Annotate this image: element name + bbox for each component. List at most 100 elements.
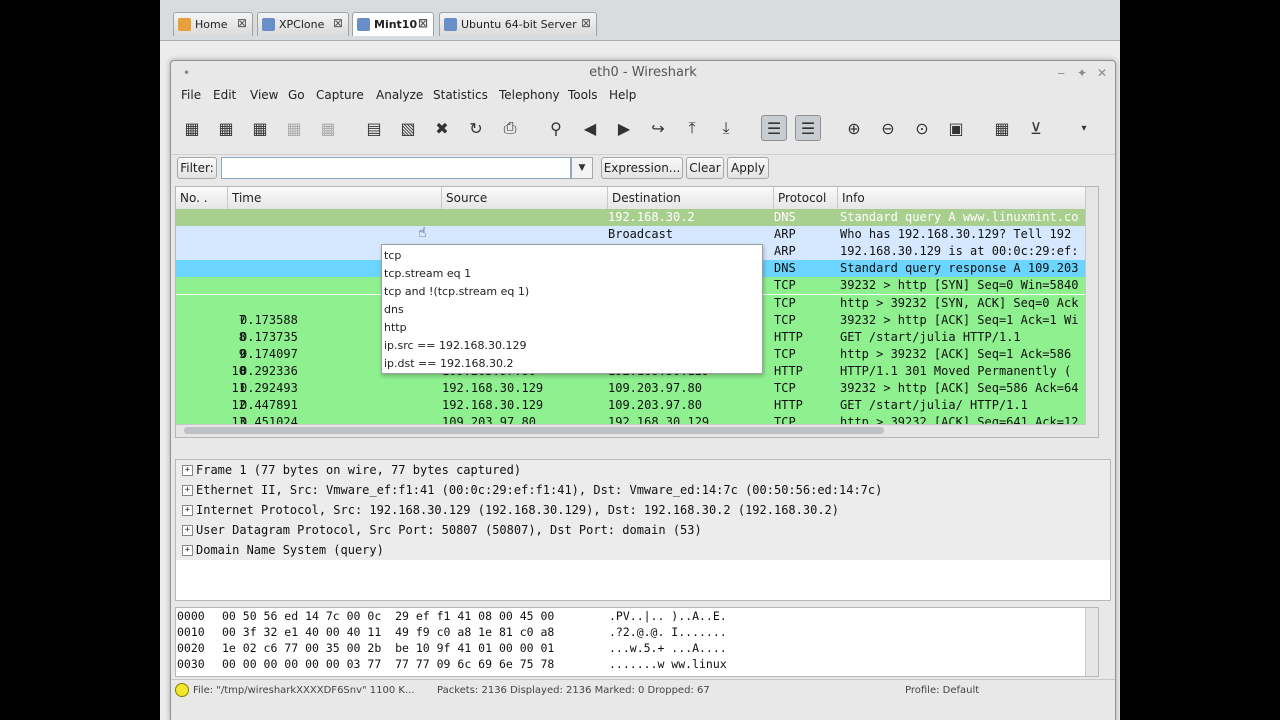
apply-button[interactable]: Apply	[727, 157, 769, 179]
start-capture-icon[interactable]: ▦	[247, 115, 273, 141]
filter-suggestions-dropdown: tcp tcp.stream eq 1 tcp and !(tcp.stream e…	[381, 244, 763, 374]
filter-suggestion[interactable]: tcp.stream eq 1	[384, 265, 471, 283]
menu-edit[interactable]: Edit	[213, 88, 236, 102]
interfaces-icon[interactable]: ▦	[179, 115, 205, 141]
packet-list-vscrollbar[interactable]	[1085, 187, 1098, 437]
packet-protocol: TCP	[774, 346, 796, 361]
main-toolbar: ▦ ▦ ▦ ▦ ▦ ▤ ▧ ✖ ↻ ⎙ ⚲ ◀ ▶ ↪ ⤒ ⤓ ☰ ☰ ⊕ ⊖ …	[171, 111, 1115, 147]
menu-help[interactable]: Help	[609, 88, 636, 102]
detail-row[interactable]: + Ethernet II, Src: Vmware_ef:f1:41 (00:0…	[176, 480, 1110, 501]
filter-suggestion[interactable]: tcp and !(tcp.stream eq 1)	[384, 283, 529, 301]
packet-info: GET /start/julia HTTP/1.1	[840, 329, 1021, 344]
vm-tab-0[interactable]: Home ⊠	[173, 12, 253, 36]
packet-destination: 192.168.30.2	[608, 210, 695, 224]
menu-file[interactable]: File	[181, 88, 201, 102]
filter-dropdown-button[interactable]: ▼	[571, 157, 593, 179]
close-tab-icon[interactable]: ⊠	[418, 16, 428, 30]
packet-bytes-vscrollbar[interactable]	[1085, 608, 1098, 676]
packet-row[interactable]: 192.168.30.2 DNS Standard query A www.linu…	[176, 209, 1098, 226]
filter-suggestion[interactable]: ip.dst == 192.168.30.2	[384, 355, 513, 373]
filter-bar: Filter: ▼ Expression... Clear Apply	[171, 154, 1115, 183]
normal-size-icon[interactable]: ⊙	[909, 115, 935, 141]
column-header-5[interactable]: Info	[838, 187, 1086, 209]
packet-row[interactable]: 11 0.292493 192.168.30.129 109.203.97.80 TCP…	[176, 380, 1098, 397]
expand-icon[interactable]: +	[182, 485, 193, 496]
column-header-0[interactable]: No. .	[176, 187, 228, 209]
toolbar-overflow-icon[interactable]: ▾	[1071, 115, 1097, 141]
hscroll-thumb[interactable]	[184, 427, 884, 434]
packet-info: http > 39232 [ACK] Seq=1 Ack=586	[840, 346, 1072, 361]
status-profile[interactable]: Profile: Default	[905, 685, 979, 696]
expand-icon[interactable]: +	[182, 465, 193, 476]
display-filters-icon[interactable]: ⊻	[1023, 115, 1049, 141]
packet-row[interactable]: 12 0.447891 192.168.30.129 109.203.97.80 HTT…	[176, 397, 1098, 415]
packet-protocol: ARP	[774, 227, 796, 242]
detail-row[interactable]: + User Datagram Protocol, Src Port: 50807…	[176, 520, 1110, 541]
open-file-icon[interactable]: ▤	[361, 115, 387, 141]
packet-protocol: TCP	[774, 278, 796, 293]
filter-suggestion[interactable]: tcp	[384, 247, 401, 265]
minimize-icon[interactable]: ‒	[1057, 61, 1065, 85]
menu-capture[interactable]: Capture	[316, 88, 364, 102]
detail-row[interactable]: + Domain Name System (query)	[176, 540, 1110, 561]
detail-row[interactable]: + Frame 1 (77 bytes on wire, 77 bytes cap…	[176, 460, 1110, 481]
resize-columns-icon[interactable]: ▣	[943, 115, 969, 141]
restart-capture-icon[interactable]: ▦	[315, 115, 341, 141]
print-icon[interactable]: ⎙	[497, 115, 523, 141]
vm-tab-1[interactable]: XPClone ⊠	[257, 12, 349, 36]
vm-tab-3[interactable]: Ubuntu 64-bit Server ⊠	[439, 12, 597, 36]
expand-icon[interactable]: +	[182, 525, 193, 536]
vm-tab-2[interactable]: Mint10 ⊠	[352, 12, 434, 36]
go-last-icon[interactable]: ⤓	[713, 115, 739, 141]
detail-row[interactable]: + Internet Protocol, Src: 192.168.30.129 …	[176, 500, 1110, 521]
column-header-4[interactable]: Protocol	[774, 187, 838, 209]
menu-tools[interactable]: Tools	[568, 88, 598, 102]
clear-button[interactable]: Clear	[686, 157, 724, 179]
menu-analyze[interactable]: Analyze	[376, 88, 423, 102]
hex-offset: 0010	[177, 625, 205, 639]
close-tab-icon[interactable]: ⊠	[333, 16, 343, 30]
colorize-icon[interactable]: ☰	[761, 115, 787, 141]
column-header-2[interactable]: Source	[442, 187, 608, 209]
auto-scroll-icon[interactable]: ☰	[795, 115, 821, 141]
capture-options-icon[interactable]: ▦	[213, 115, 239, 141]
reload-icon[interactable]: ↻	[463, 115, 489, 141]
expand-icon[interactable]: +	[182, 545, 193, 556]
window-menu-icon[interactable]: •	[183, 61, 190, 85]
filter-suggestion[interactable]: dns	[384, 301, 404, 319]
stop-capture-icon[interactable]: ▦	[281, 115, 307, 141]
expand-icon[interactable]: +	[182, 505, 193, 516]
go-forward-icon[interactable]: ▶	[611, 115, 637, 141]
save-file-icon[interactable]: ▧	[395, 115, 421, 141]
maximize-icon[interactable]: ✦	[1077, 61, 1087, 85]
filter-button[interactable]: Filter:	[177, 157, 217, 179]
menu-go[interactable]: Go	[288, 88, 305, 102]
go-to-packet-icon[interactable]: ↪	[645, 115, 671, 141]
filter-suggestion[interactable]: ip.src == 192.168.30.129	[384, 337, 527, 355]
packet-time: 0.447891	[240, 398, 298, 413]
go-back-icon[interactable]: ◀	[577, 115, 603, 141]
expert-info-icon[interactable]	[175, 683, 189, 697]
packet-row[interactable]: Broadcast ARP Who has 192.168.30.129? Tell…	[176, 226, 1098, 244]
column-header-3[interactable]: Destination	[608, 187, 774, 209]
menu-view[interactable]: View	[250, 88, 278, 102]
go-first-icon[interactable]: ⤒	[679, 115, 705, 141]
column-header-1[interactable]: Time	[228, 187, 442, 209]
filter-input[interactable]	[221, 157, 571, 179]
expression-button[interactable]: Expression...	[601, 157, 683, 179]
hex-bytes: 1e 02 c6 77 00 35 00 2b be 10 9f 41 01 0…	[222, 641, 555, 655]
packet-list-hscrollbar[interactable]	[176, 424, 1086, 437]
filter-suggestion[interactable]: http	[384, 319, 407, 337]
packet-time: 0.173588	[240, 312, 298, 327]
zoom-out-icon[interactable]: ⊖	[875, 115, 901, 141]
find-packet-icon[interactable]: ⚲	[543, 115, 569, 141]
close-file-icon[interactable]: ✖	[429, 115, 455, 141]
capture-filters-icon[interactable]: ▦	[989, 115, 1015, 141]
close-window-icon[interactable]: ✕	[1097, 61, 1107, 85]
menu-statistics[interactable]: Statistics	[433, 88, 488, 102]
close-tab-icon[interactable]: ⊠	[581, 16, 591, 30]
detail-text: Internet Protocol, Src: 192.168.30.129 (…	[196, 503, 839, 517]
close-tab-icon[interactable]: ⊠	[237, 16, 247, 30]
zoom-in-icon[interactable]: ⊕	[841, 115, 867, 141]
menu-telephony[interactable]: Telephony	[499, 88, 560, 102]
